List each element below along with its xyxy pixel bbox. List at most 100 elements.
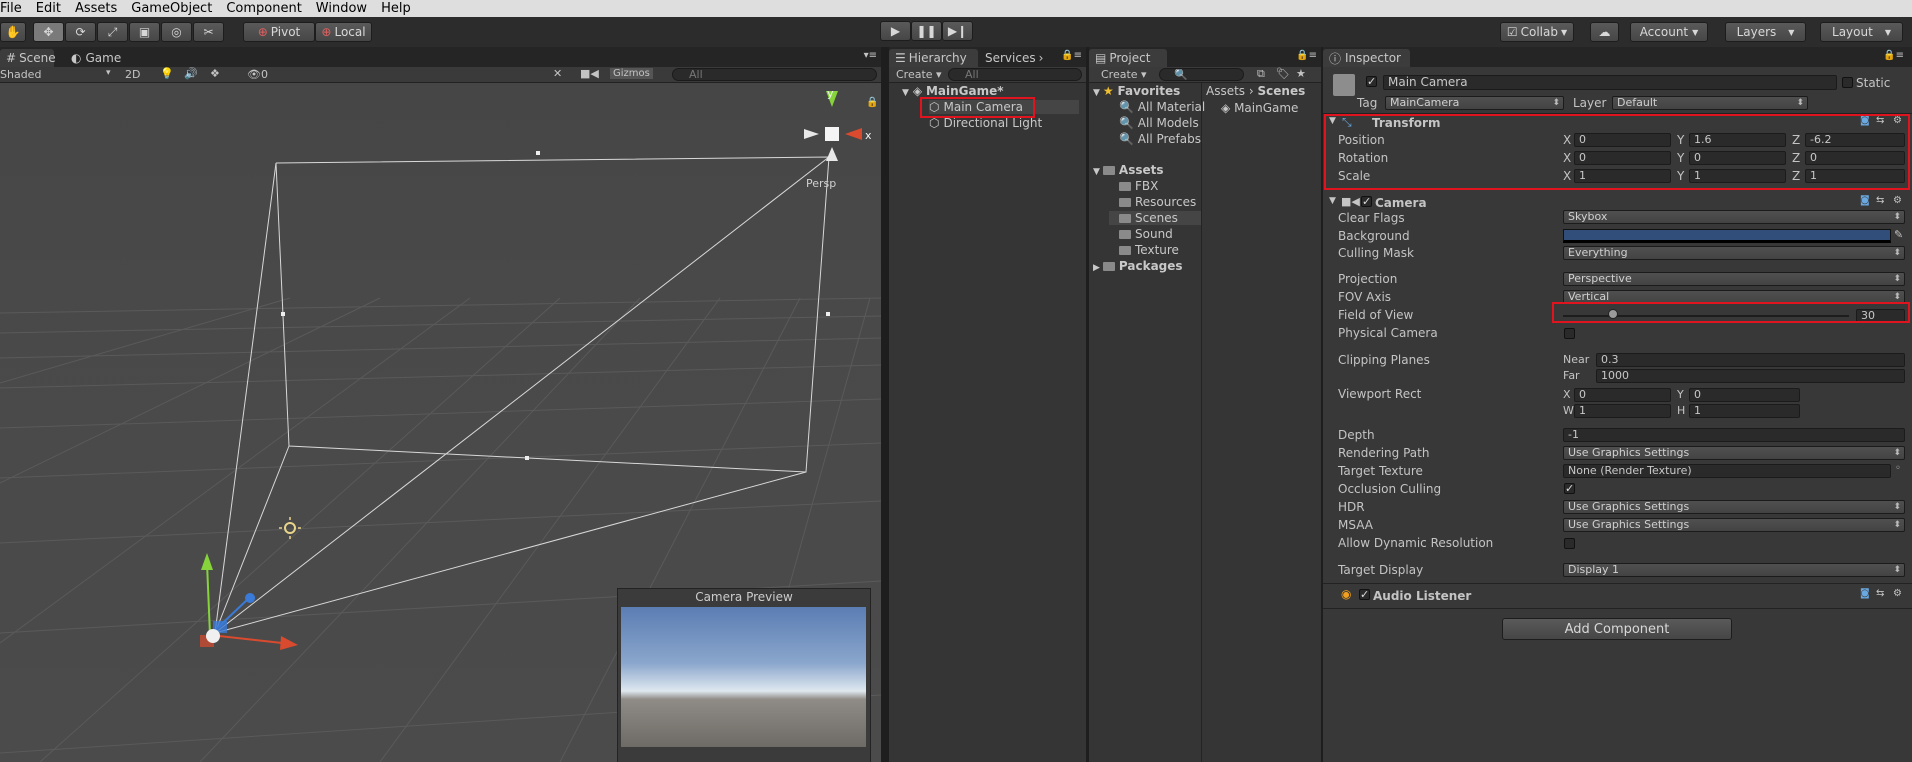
frustum-handle-bottom[interactable] xyxy=(525,456,529,460)
favorite-item[interactable]: 🔍 All Models xyxy=(1119,116,1199,130)
folder-item[interactable]: FBX xyxy=(1119,179,1158,193)
layer-dropdown[interactable]: Default xyxy=(1612,96,1808,110)
target-texture-field[interactable]: None (Render Texture) xyxy=(1563,464,1891,478)
breadcrumb-assets[interactable]: Assets xyxy=(1206,84,1245,98)
transform-tool-icon[interactable]: ◎ xyxy=(161,22,192,42)
layers-button[interactable]: Layers ▼ xyxy=(1725,22,1806,42)
layout-button[interactable]: Layout ▼ xyxy=(1820,22,1903,42)
hand-tool-icon[interactable]: ✋ xyxy=(0,22,26,42)
culling-mask-dropdown[interactable]: Everything xyxy=(1563,246,1905,260)
favorites-header[interactable]: ▼ ★ Favorites xyxy=(1093,84,1180,98)
play-button[interactable]: ▶ xyxy=(880,21,911,41)
preset-icon[interactable]: ⇆ xyxy=(1876,195,1884,206)
menu-assets[interactable]: Assets xyxy=(68,1,124,16)
menu-component[interactable]: Component xyxy=(219,1,308,16)
viewport-x-field[interactable]: 0 xyxy=(1574,388,1671,402)
object-name-input[interactable]: Main Camera xyxy=(1383,75,1837,90)
hidden-objects-toggle[interactable]: 👁0 xyxy=(247,68,268,81)
menu-gameobject[interactable]: GameObject xyxy=(124,1,219,16)
local-button[interactable]: ⊕ Local xyxy=(315,22,372,42)
expand-arrow-icon[interactable]: ▼ xyxy=(902,88,909,98)
folder-item-selected[interactable]: Scenes xyxy=(1109,211,1201,225)
active-checkbox[interactable]: ✓ xyxy=(1366,76,1377,87)
rotate-tool-icon[interactable]: ⟳ xyxy=(65,22,96,42)
gizmo-lock-icon[interactable]: 🔒 xyxy=(866,96,878,108)
camera-settings-icon[interactable]: ■◀ xyxy=(580,67,599,80)
preset-icon[interactable]: ⇆ xyxy=(1876,588,1884,599)
folder-item[interactable]: Texture xyxy=(1119,243,1179,257)
viewport-y-field[interactable]: 0 xyxy=(1689,388,1800,402)
background-color-swatch[interactable] xyxy=(1563,229,1891,243)
tab-services[interactable]: Services › xyxy=(979,49,1049,67)
inspector-menu-icon[interactable]: 🔒≡ xyxy=(1883,50,1904,61)
frustum-handle-top[interactable] xyxy=(536,151,540,155)
near-field[interactable]: 0.3 xyxy=(1596,353,1905,367)
menu-window[interactable]: Window xyxy=(309,1,374,16)
folder-item[interactable]: Sound xyxy=(1119,227,1173,241)
audio-listener-checkbox[interactable]: ✓ xyxy=(1359,589,1370,600)
favorite-star-icon[interactable]: ★ xyxy=(1296,67,1306,80)
persp-label[interactable]: Persp xyxy=(806,177,836,190)
custom-tool-icon[interactable]: ✂ xyxy=(193,22,224,42)
occlusion-culling-checkbox[interactable]: ✓ xyxy=(1564,483,1575,494)
rect-tool-icon[interactable]: ▣ xyxy=(129,22,160,42)
hierarchy-item-directional-light[interactable]: ⬡ Directional Light xyxy=(929,116,1042,130)
scene-root-item[interactable]: ▼ ◈ MainGame* xyxy=(902,84,1004,98)
tab-inspector[interactable]: ⓘ Inspector xyxy=(1323,49,1410,67)
step-button[interactable]: ▶❙ xyxy=(942,21,973,41)
filter-label-icon[interactable]: 🏷 xyxy=(1276,67,1290,80)
frustum-handle-left[interactable] xyxy=(281,312,285,316)
help-book-icon[interactable]: ◙ xyxy=(1860,588,1870,599)
camera-enabled-checkbox[interactable]: ✓ xyxy=(1361,196,1372,207)
help-book-icon[interactable]: ◙ xyxy=(1860,195,1870,206)
viewport-h-field[interactable]: 1 xyxy=(1689,404,1800,418)
rendering-path-dropdown[interactable]: Use Graphics Settings xyxy=(1563,446,1905,460)
packages-header[interactable]: ▶ Packages xyxy=(1093,259,1183,273)
assets-header[interactable]: ▼ Assets xyxy=(1093,163,1164,177)
filter-type-icon[interactable]: ⧉ xyxy=(1257,67,1265,81)
move-tool-icon[interactable]: ✥ xyxy=(33,22,64,42)
collab-button[interactable]: ☑ Collab ▼ xyxy=(1500,22,1574,42)
scale-tool-icon[interactable]: ⤢ xyxy=(97,22,128,42)
hdr-dropdown[interactable]: Use Graphics Settings xyxy=(1563,500,1905,514)
shading-dropdown[interactable]: Shaded xyxy=(0,68,41,81)
frustum-handle-right[interactable] xyxy=(826,312,830,316)
cloud-icon[interactable]: ☁ xyxy=(1590,22,1619,42)
msaa-dropdown[interactable]: Use Graphics Settings xyxy=(1563,518,1905,532)
gizmo-center-icon[interactable] xyxy=(825,127,839,141)
tab-game[interactable]: ◐ Game xyxy=(65,49,127,67)
tab-hierarchy[interactable]: ☰ Hierarchy xyxy=(889,49,978,67)
breadcrumb-scenes[interactable]: Scenes xyxy=(1258,84,1306,98)
viewport-w-field[interactable]: 1 xyxy=(1574,404,1671,418)
folder-item[interactable]: Resources xyxy=(1119,195,1196,209)
far-field[interactable]: 1000 xyxy=(1596,369,1905,383)
audio-icon[interactable]: 🔊 xyxy=(184,67,198,80)
lighting-icon[interactable]: 💡 xyxy=(160,67,174,80)
tab-scene[interactable]: # Scene xyxy=(0,49,56,67)
account-button[interactable]: Account ▼ xyxy=(1630,22,1708,42)
physical-camera-checkbox[interactable] xyxy=(1564,328,1575,339)
pause-button[interactable]: ❚❚ xyxy=(911,21,942,41)
clear-flags-dropdown[interactable]: Skybox xyxy=(1563,210,1905,224)
hierarchy-menu-icon[interactable]: 🔒≡ xyxy=(1061,50,1082,61)
camera-foldout-icon[interactable]: ▼ xyxy=(1329,196,1336,206)
depth-field[interactable]: -1 xyxy=(1563,428,1905,442)
menu-edit[interactable]: Edit xyxy=(29,1,68,16)
effects-icon[interactable]: ❖ xyxy=(210,67,220,80)
project-create-button[interactable]: Create ▾ xyxy=(1101,68,1147,81)
hierarchy-create-button[interactable]: Create ▾ xyxy=(896,68,942,81)
gizmos-dropdown[interactable]: Gizmos xyxy=(610,68,653,79)
panel-menu-icon[interactable]: ▾≡ xyxy=(864,50,877,61)
project-menu-icon[interactable]: 🔒≡ xyxy=(1296,50,1317,61)
scene-file-item[interactable]: ◈ MainGame xyxy=(1221,101,1298,115)
tab-project[interactable]: ▤ Project xyxy=(1089,49,1167,67)
component-gear-icon[interactable]: ⚙ xyxy=(1893,195,1902,206)
tools-icon[interactable]: ✕ xyxy=(553,67,562,80)
menu-file[interactable]: File xyxy=(0,1,29,16)
component-gear-icon[interactable]: ⚙ xyxy=(1893,588,1902,599)
menu-help[interactable]: Help xyxy=(374,1,418,16)
2d-toggle[interactable]: 2D xyxy=(125,68,140,81)
object-picker-icon[interactable]: ◦ xyxy=(1895,463,1901,474)
dynamic-resolution-checkbox[interactable] xyxy=(1564,538,1575,549)
hierarchy-search-input[interactable]: All xyxy=(948,68,1082,81)
